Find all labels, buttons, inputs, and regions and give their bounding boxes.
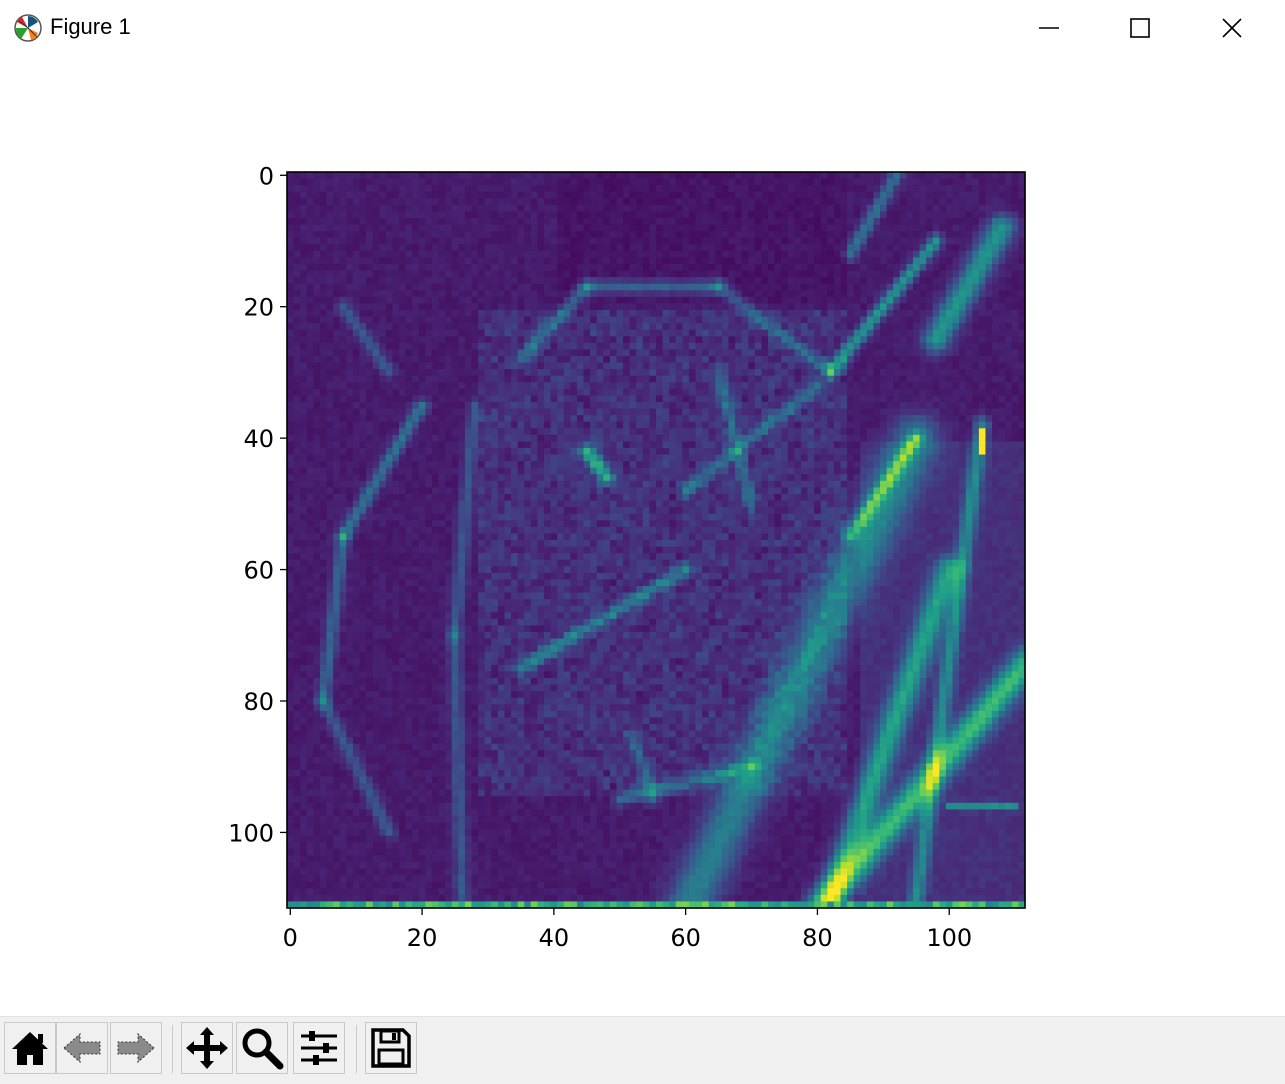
minimize-icon [1038, 17, 1060, 39]
back-button[interactable] [56, 1022, 108, 1074]
heatmap-chart: 0 20 40 60 80 100 0 20 40 60 80 100 [0, 56, 1285, 1016]
save-button[interactable] [365, 1022, 417, 1074]
y-tick-label: 40 [243, 425, 274, 453]
home-icon [8, 1026, 52, 1070]
navigation-toolbar [0, 1016, 1285, 1084]
toolbar-separator [172, 1025, 173, 1073]
configure-subplots-button[interactable] [293, 1022, 345, 1074]
forward-arrow-icon [114, 1026, 158, 1070]
minimize-button[interactable] [1003, 0, 1095, 56]
maximize-button[interactable] [1094, 0, 1186, 56]
save-icon [369, 1026, 413, 1070]
home-button[interactable] [4, 1022, 56, 1074]
sliders-icon [297, 1026, 341, 1070]
y-tick-label: 80 [243, 688, 274, 716]
pan-button[interactable] [181, 1022, 233, 1074]
y-tick-label: 20 [243, 294, 274, 322]
x-tick-label: 0 [283, 924, 298, 952]
pan-icon [184, 1025, 230, 1071]
maximize-icon [1129, 17, 1151, 39]
title-bar: Figure 1 [0, 0, 1285, 56]
toolbar-separator [356, 1025, 357, 1073]
close-button[interactable] [1186, 0, 1278, 56]
forward-button[interactable] [110, 1022, 162, 1074]
x-tick-label: 60 [670, 924, 701, 952]
figure-canvas[interactable]: 0 20 40 60 80 100 0 20 40 60 80 100 [0, 56, 1285, 1016]
x-tick-label: 100 [926, 924, 972, 952]
matplotlib-icon [13, 13, 43, 43]
y-tick-label: 0 [259, 162, 274, 190]
back-arrow-icon [60, 1026, 104, 1070]
window-title: Figure 1 [50, 12, 131, 42]
zoom-button[interactable] [236, 1022, 288, 1074]
close-icon [1221, 17, 1243, 39]
y-tick-label: 60 [243, 557, 274, 585]
x-tick-label: 20 [407, 924, 438, 952]
x-tick-label: 40 [539, 924, 570, 952]
y-tick-label: 100 [228, 819, 274, 847]
zoom-icon [239, 1025, 285, 1071]
x-tick-label: 80 [802, 924, 833, 952]
heatmap-cells [287, 172, 1026, 909]
